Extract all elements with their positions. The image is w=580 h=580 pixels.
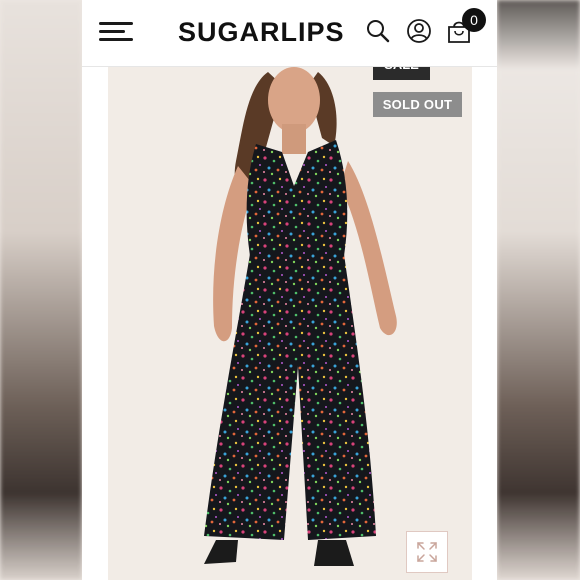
mobile-page: SUGARLIPS 0 — [82, 0, 497, 580]
sold-out-badge: SOLD OUT — [373, 92, 462, 117]
brand-logo[interactable]: SUGARLIPS — [178, 17, 345, 48]
product-photo — [108, 66, 472, 580]
search-icon[interactable] — [365, 18, 391, 44]
account-icon[interactable] — [406, 18, 432, 44]
menu-icon[interactable] — [99, 20, 133, 42]
cart-count-badge[interactable]: 0 — [462, 8, 486, 32]
background-blur-right — [497, 0, 580, 580]
zoom-button[interactable] — [406, 531, 448, 573]
site-header: SUGARLIPS — [82, 0, 497, 67]
background-blur-left — [0, 0, 82, 580]
product-image-area[interactable] — [108, 66, 472, 580]
expand-icon — [417, 542, 437, 562]
